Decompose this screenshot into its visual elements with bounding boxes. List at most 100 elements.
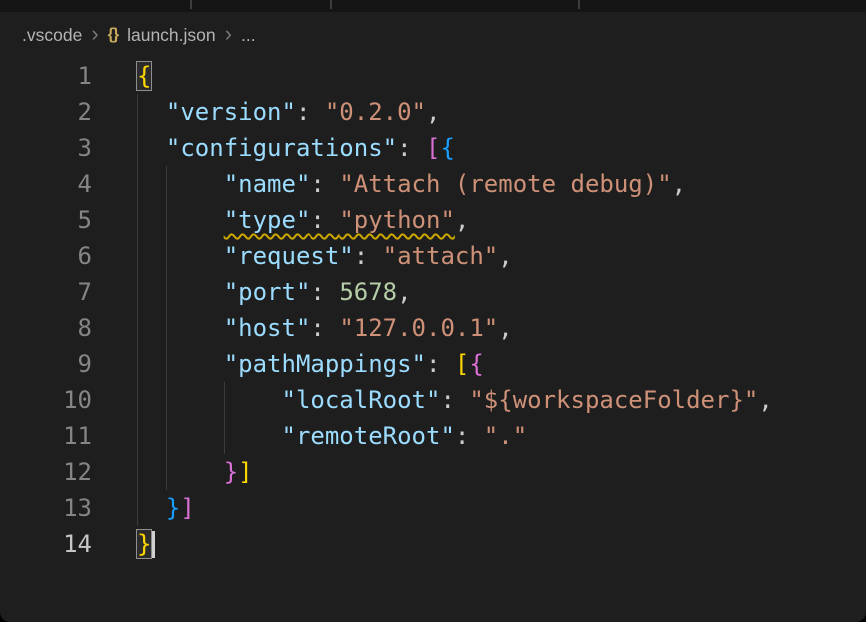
- code-line-8[interactable]: 8 "host": "127.0.0.1",: [0, 310, 866, 346]
- code-token: :: [310, 314, 339, 342]
- code-line-14[interactable]: 14}: [0, 526, 866, 562]
- code-line-2[interactable]: 2 "version": "0.2.0",: [0, 94, 866, 130]
- code-line-3[interactable]: 3 "configurations": [{: [0, 130, 866, 166]
- code-token: {: [469, 350, 483, 378]
- code-token: "127.0.0.1": [339, 314, 498, 342]
- code-token: [: [426, 134, 440, 162]
- code-token: {: [137, 62, 151, 90]
- code-token: "python": [339, 206, 455, 234]
- code-line-7[interactable]: 7 "port": 5678,: [0, 274, 866, 310]
- code-token: [: [455, 350, 469, 378]
- code-text: {: [137, 58, 151, 94]
- code-token: "configurations": [166, 134, 397, 162]
- code-token: :: [397, 134, 426, 162]
- code-token: :: [310, 170, 339, 198]
- code-line-12[interactable]: 12 }]: [0, 454, 866, 490]
- code-line-9[interactable]: 9 "pathMappings": [{: [0, 346, 866, 382]
- code-text: }]: [137, 454, 253, 490]
- code-lines: 1{2 "version": "0.2.0",3 "configurations…: [0, 58, 866, 562]
- code-token: 5678: [339, 278, 397, 306]
- code-token: ]: [180, 494, 194, 522]
- breadcrumb-folder[interactable]: .vscode: [22, 25, 82, 46]
- code-text: "pathMappings": [{: [137, 346, 484, 382]
- line-number: 4: [0, 166, 92, 202]
- code-token: "request": [224, 242, 354, 270]
- line-number: 1: [0, 58, 92, 94]
- vscode-window: .vscode › {} launch.json › ... 1{2 "vers…: [0, 0, 866, 622]
- code-token: "version": [166, 98, 296, 126]
- code-text: "configurations": [{: [137, 130, 455, 166]
- line-number: 14: [0, 526, 92, 562]
- code-token: "remoteRoot": [282, 422, 455, 450]
- code-text: }: [137, 526, 155, 562]
- code-text: "port": 5678,: [137, 274, 412, 310]
- code-token: "Attach (remote debug)": [339, 170, 671, 198]
- line-number: 6: [0, 238, 92, 274]
- code-token: "name": [224, 170, 311, 198]
- code-line-5[interactable]: 5 "type": "python",: [0, 202, 866, 238]
- indent-whitespace: [137, 98, 166, 126]
- code-token: }: [224, 458, 238, 486]
- code-token: ,: [672, 170, 686, 198]
- code-line-13[interactable]: 13 }]: [0, 490, 866, 526]
- code-token: ,: [426, 98, 440, 126]
- code-token: {: [440, 134, 454, 162]
- code-token: ".": [484, 422, 527, 450]
- code-token: }: [137, 530, 151, 558]
- code-text: }]: [137, 490, 195, 526]
- code-token: "attach": [383, 242, 499, 270]
- line-number: 8: [0, 310, 92, 346]
- line-number: 9: [0, 346, 92, 382]
- code-token: ,: [498, 242, 512, 270]
- code-token: :: [455, 422, 484, 450]
- line-number: 12: [0, 454, 92, 490]
- code-line-4[interactable]: 4 "name": "Attach (remote debug)",: [0, 166, 866, 202]
- code-token: :: [310, 206, 339, 234]
- line-number: 13: [0, 490, 92, 526]
- code-text: "request": "attach",: [137, 238, 513, 274]
- chevron-right-icon: ›: [91, 23, 98, 45]
- breadcrumb-file[interactable]: launch.json: [127, 25, 216, 46]
- code-text: "version": "0.2.0",: [137, 94, 440, 130]
- indent-whitespace: [137, 458, 224, 486]
- code-token: "0.2.0": [325, 98, 426, 126]
- code-editor[interactable]: 1{2 "version": "0.2.0",3 "configurations…: [0, 58, 866, 622]
- code-line-10[interactable]: 10 "localRoot": "${workspaceFolder}",: [0, 382, 866, 418]
- code-line-1[interactable]: 1{: [0, 58, 866, 94]
- code-token: "type": [224, 206, 311, 234]
- indent-whitespace: [137, 350, 224, 378]
- code-text: "localRoot": "${workspaceFolder}",: [137, 382, 773, 418]
- code-token: "pathMappings": [224, 350, 426, 378]
- line-number: 10: [0, 382, 92, 418]
- code-token: :: [440, 386, 469, 414]
- line-number: 7: [0, 274, 92, 310]
- indent-whitespace: [137, 314, 224, 342]
- code-token: ,: [498, 314, 512, 342]
- code-token: "${workspaceFolder}": [469, 386, 758, 414]
- breadcrumb-symbol[interactable]: ...: [241, 25, 256, 46]
- tab-strip: [0, 0, 866, 12]
- indent-whitespace: [137, 134, 166, 162]
- text-cursor: [152, 531, 155, 558]
- json-file-icon: {}: [108, 26, 118, 44]
- line-number: 3: [0, 130, 92, 166]
- code-line-6[interactable]: 6 "request": "attach",: [0, 238, 866, 274]
- code-token: ,: [758, 386, 772, 414]
- code-text: "name": "Attach (remote debug)",: [137, 166, 686, 202]
- code-text: "type": "python",: [137, 202, 469, 238]
- code-token: :: [296, 98, 325, 126]
- indent-whitespace: [137, 386, 282, 414]
- code-line-11[interactable]: 11 "remoteRoot": ".": [0, 418, 866, 454]
- indent-whitespace: [137, 170, 224, 198]
- indent-whitespace: [137, 206, 224, 234]
- code-text: "host": "127.0.0.1",: [137, 310, 513, 346]
- breadcrumb: .vscode › {} launch.json › ...: [0, 12, 866, 58]
- code-token: :: [426, 350, 455, 378]
- chevron-right-icon: ›: [225, 23, 232, 45]
- indent-whitespace: [137, 494, 166, 522]
- code-token: ,: [455, 206, 469, 234]
- code-token: "host": [224, 314, 311, 342]
- indent-whitespace: [137, 242, 224, 270]
- line-number: 5: [0, 202, 92, 238]
- indent-whitespace: [137, 278, 224, 306]
